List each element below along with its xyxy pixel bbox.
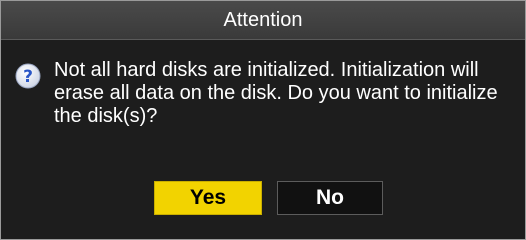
dialog-title: Attention [223, 8, 303, 31]
yes-button[interactable]: Yes [154, 181, 262, 215]
attention-dialog: Attention ? Not all hard disks are initi… [0, 0, 526, 240]
svg-text:?: ? [23, 67, 33, 87]
dialog-message: Not all hard disks are initialized. Init… [54, 59, 498, 127]
question-icon: ? [15, 63, 41, 89]
no-button[interactable]: No [277, 181, 383, 215]
dialog-title-bar: Attention [1, 1, 525, 40]
